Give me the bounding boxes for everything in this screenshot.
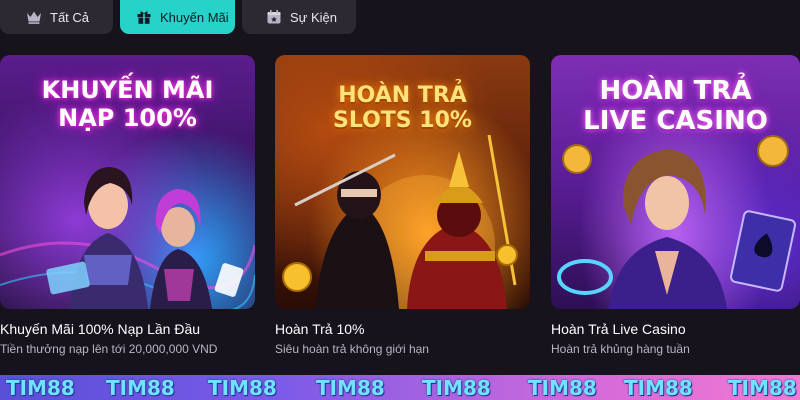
promo-banner[interactable]: HOÀN TRẢ SLOTS 10% <box>275 55 530 309</box>
promo-headline-line-2: LIVE CASINO <box>583 105 768 136</box>
watermark-logo: TIM88 <box>106 376 175 400</box>
promo-headline-line-2: SLOTS 10% <box>333 108 472 134</box>
watermark-strip: TIM88 TIM88 TIM88 TIM88 TIM88 TIM88 TIM8… <box>0 375 800 400</box>
promo-card-live-casino-rebate[interactable]: HOÀN TRẢ LIVE CASINO Hoàn Trả Live Casin… <box>551 55 800 356</box>
promo-description: Siêu hoàn trả không giới hạn <box>275 342 429 356</box>
promo-title[interactable]: Khuyến Mãi 100% Nạp Lần Đầu <box>0 321 200 337</box>
promo-title[interactable]: Hoàn Trả 10% <box>275 321 365 337</box>
tab-promotions[interactable]: Khuyến Mãi <box>120 0 235 34</box>
tab-events-label: Sự Kiện <box>290 9 338 25</box>
tab-all[interactable]: Tất Cả <box>0 0 113 34</box>
promo-description: Tiền thưởng nạp lên tới 20,000,000 VND <box>0 342 218 356</box>
promo-banner[interactable]: KHUYẾN MÃI NẠP 100% <box>0 55 255 309</box>
category-tabs: Tất Cả Khuyến Mãi Sự Kiện <box>0 0 800 34</box>
promo-description: Hoàn trả khủng hàng tuần <box>551 342 690 356</box>
watermark-logo: TIM88 <box>208 376 277 400</box>
promo-headline-line-2: NẠP 100% <box>58 103 197 132</box>
watermark-logo: TIM88 <box>624 376 693 400</box>
calendar-icon <box>266 9 282 25</box>
gift-icon <box>136 9 152 25</box>
promo-headline: KHUYẾN MÃI NẠP 100% <box>0 76 255 132</box>
crown-icon <box>26 9 42 25</box>
watermark-logo: TIM88 <box>422 376 491 400</box>
promo-card-first-deposit[interactable]: KHUYẾN MÃI NẠP 100% Khuyến Mãi 100% Nạp … <box>0 55 255 356</box>
promo-headline-line-1: HOÀN TRẢ <box>338 83 467 108</box>
promo-banner[interactable]: HOÀN TRẢ LIVE CASINO <box>551 55 800 309</box>
promo-card-slots-rebate[interactable]: HOÀN TRẢ SLOTS 10% Hoàn Trả 10% Siêu hoà… <box>275 55 530 356</box>
watermark-logo: TIM88 <box>528 376 597 400</box>
watermark-logo: TIM88 <box>316 376 385 400</box>
tab-promotions-label: Khuyến Mãi <box>160 9 229 25</box>
tab-all-label: Tất Cả <box>50 9 90 25</box>
watermark-logo: TIM88 <box>728 376 797 400</box>
watermark-logo: TIM88 <box>6 376 75 400</box>
promo-headline: HOÀN TRẢ LIVE CASINO <box>551 76 800 137</box>
promo-headline-line-1: HOÀN TRẢ <box>599 76 752 106</box>
promo-headline: HOÀN TRẢ SLOTS 10% <box>275 83 530 134</box>
tab-events[interactable]: Sự Kiện <box>242 0 356 34</box>
promo-headline-line-1: KHUYẾN MÃI <box>41 76 214 104</box>
promo-title[interactable]: Hoàn Trả Live Casino <box>551 321 686 337</box>
